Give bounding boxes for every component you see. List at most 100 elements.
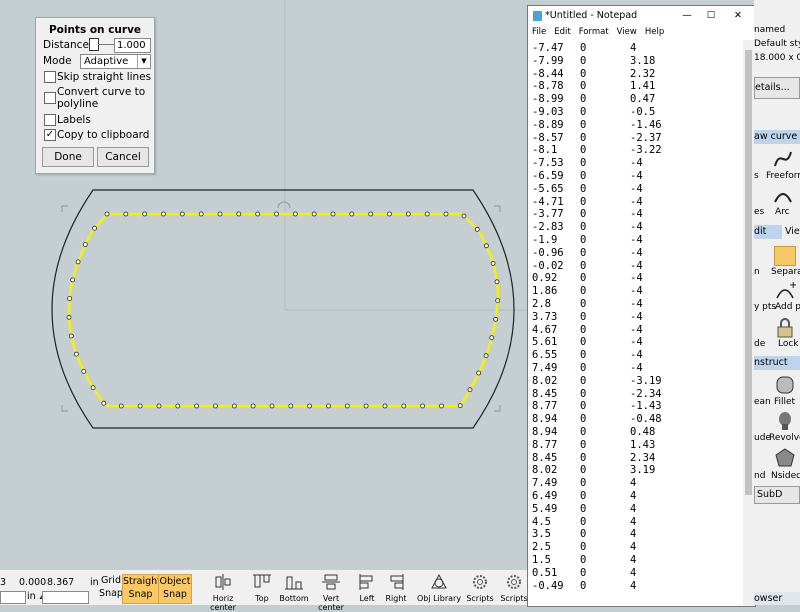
curve-point[interactable] bbox=[494, 279, 500, 285]
curve-point[interactable] bbox=[420, 403, 426, 409]
minimize-icon[interactable]: — bbox=[676, 6, 698, 26]
curve-point[interactable] bbox=[424, 211, 430, 217]
curve-point[interactable] bbox=[363, 403, 369, 409]
curve-point[interactable] bbox=[123, 211, 129, 217]
curve-point[interactable] bbox=[474, 226, 480, 232]
details-button[interactable]: etails... bbox=[754, 77, 800, 99]
curve-point[interactable] bbox=[405, 211, 411, 217]
curve-point[interactable] bbox=[344, 403, 350, 409]
subd-button[interactable]: SubD bbox=[754, 486, 800, 504]
curve-point[interactable] bbox=[489, 335, 495, 341]
tab-edit[interactable]: dit bbox=[754, 225, 782, 239]
tab-construct[interactable]: nstruct bbox=[754, 356, 800, 370]
curve-point[interactable] bbox=[326, 403, 331, 409]
mode-select[interactable]: Adaptive ▼ bbox=[80, 54, 151, 69]
cancel-button[interactable]: Cancel bbox=[97, 147, 149, 167]
scrollbar-thumb[interactable] bbox=[745, 50, 752, 495]
lock-icon[interactable] bbox=[774, 318, 796, 340]
freeform-icon[interactable] bbox=[772, 148, 794, 170]
curve-point[interactable] bbox=[387, 211, 392, 217]
curve-point[interactable] bbox=[231, 403, 237, 409]
tab-view[interactable]: View bbox=[785, 225, 800, 239]
menu-help[interactable]: Help bbox=[645, 27, 664, 37]
curve-point[interactable] bbox=[68, 333, 74, 339]
curve-point[interactable] bbox=[118, 403, 124, 409]
length-input[interactable] bbox=[0, 591, 26, 604]
curve-point[interactable] bbox=[92, 225, 97, 231]
arc-icon[interactable] bbox=[772, 184, 794, 206]
curve-point[interactable] bbox=[81, 368, 87, 374]
done-button[interactable]: Done bbox=[42, 147, 94, 167]
curve-point[interactable] bbox=[274, 211, 279, 217]
curve-point[interactable] bbox=[439, 403, 444, 409]
curve-point[interactable] bbox=[330, 211, 336, 217]
scripts-button-1[interactable]: Scripts bbox=[466, 572, 494, 603]
curve-point[interactable] bbox=[90, 385, 96, 391]
curve-point[interactable] bbox=[101, 400, 107, 406]
curve-point[interactable] bbox=[67, 296, 72, 301]
menu-edit[interactable]: Edit bbox=[554, 27, 570, 37]
convert-polyline-checkbox[interactable] bbox=[44, 92, 56, 104]
curve-point[interactable] bbox=[142, 211, 148, 217]
labels-checkbox[interactable] bbox=[44, 114, 56, 126]
vert-center-button[interactable]: Vert center bbox=[311, 572, 351, 612]
align-bottom-button[interactable]: Bottom bbox=[278, 572, 310, 603]
curve-point[interactable] bbox=[66, 314, 72, 320]
curve-point[interactable] bbox=[269, 403, 275, 409]
align-top-button[interactable]: Top bbox=[249, 572, 275, 603]
curve-point[interactable] bbox=[461, 213, 467, 219]
menu-format[interactable]: Format bbox=[579, 27, 609, 37]
object-snap-toggle[interactable]: Object Snap bbox=[158, 574, 192, 604]
curve-point[interactable] bbox=[495, 298, 501, 304]
curve-point[interactable] bbox=[349, 211, 355, 217]
curve-point[interactable] bbox=[368, 211, 374, 217]
distance-input[interactable]: 1.000 bbox=[114, 38, 151, 53]
curve-point[interactable] bbox=[161, 211, 166, 217]
browser-tab[interactable]: owser bbox=[754, 592, 800, 605]
curve-point[interactable] bbox=[194, 403, 200, 409]
separate-icon[interactable] bbox=[774, 246, 796, 266]
curve-point[interactable] bbox=[307, 403, 313, 409]
close-icon[interactable]: ✕ bbox=[726, 6, 750, 26]
curve-point[interactable] bbox=[70, 277, 76, 283]
curve-point[interactable] bbox=[311, 211, 317, 217]
notepad-text-area[interactable]: -7.47 0 4 -7.99 0 3.18 -8.44 0 2.32 -8.78 0 1.41 -8.… bbox=[528, 40, 741, 606]
curve-point[interactable] bbox=[467, 387, 473, 393]
curve-point[interactable] bbox=[104, 211, 110, 217]
fillet-icon[interactable] bbox=[774, 374, 796, 396]
nsided-icon[interactable] bbox=[774, 447, 796, 469]
curve-point[interactable] bbox=[250, 403, 256, 409]
curve-point[interactable] bbox=[476, 370, 482, 376]
angle-input[interactable] bbox=[42, 591, 89, 604]
notepad-scrollbar[interactable] bbox=[743, 40, 754, 606]
curve-point[interactable] bbox=[75, 259, 81, 265]
straight-snap-toggle[interactable]: Straight Snap bbox=[122, 574, 161, 604]
curve-point[interactable] bbox=[255, 211, 261, 217]
curve-point[interactable] bbox=[490, 260, 496, 266]
tab-draw-curve[interactable]: aw curve bbox=[754, 130, 800, 144]
curve-point[interactable] bbox=[156, 403, 162, 409]
curve-point[interactable] bbox=[179, 211, 185, 217]
obj-library-button[interactable]: Obj Library bbox=[416, 572, 462, 603]
menu-view[interactable]: View bbox=[617, 27, 637, 37]
curve-point[interactable] bbox=[74, 351, 79, 357]
curve-point[interactable] bbox=[236, 211, 242, 217]
copy-clipboard-checkbox[interactable]: ✓ bbox=[44, 129, 56, 141]
curve-point[interactable] bbox=[483, 353, 489, 359]
align-right-button[interactable]: Right bbox=[384, 572, 408, 603]
curve-point[interactable] bbox=[137, 403, 143, 409]
align-left-button[interactable]: Left bbox=[356, 572, 378, 603]
curve-point[interactable] bbox=[401, 403, 407, 409]
curve-point[interactable] bbox=[175, 403, 181, 409]
curve-point[interactable] bbox=[443, 211, 449, 217]
curve-point[interactable] bbox=[217, 211, 223, 217]
add-points-icon[interactable]: + bbox=[774, 280, 796, 302]
skip-straight-checkbox[interactable] bbox=[44, 71, 56, 83]
curve-point[interactable] bbox=[288, 403, 294, 409]
curve-point[interactable] bbox=[493, 316, 499, 322]
curve-point[interactable] bbox=[198, 211, 204, 217]
curve-point[interactable] bbox=[382, 403, 388, 409]
curve-point[interactable] bbox=[457, 403, 463, 409]
revolve-icon[interactable] bbox=[774, 410, 796, 432]
menu-file[interactable]: File bbox=[532, 27, 546, 37]
